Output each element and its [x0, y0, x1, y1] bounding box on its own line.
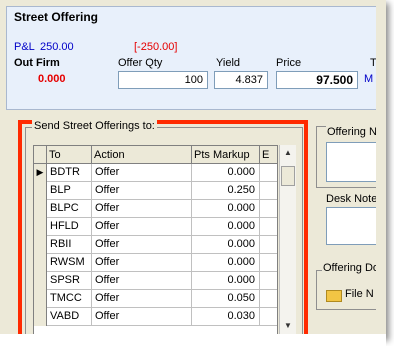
cell-pts-markup[interactable]: 0.050 — [192, 290, 260, 308]
cell-pts-markup[interactable]: 0.250 — [192, 182, 260, 200]
cell-e[interactable] — [260, 200, 277, 218]
cell-to[interactable]: BDTR — [47, 164, 92, 182]
cell-pts-markup[interactable]: 0.000 — [192, 218, 260, 236]
cell-pts-markup[interactable]: 0.000 — [192, 236, 260, 254]
cell-pts-markup[interactable]: 0.000 — [192, 272, 260, 290]
scroll-up-icon[interactable]: ▲ — [280, 145, 296, 161]
row-selector[interactable] — [34, 254, 47, 272]
price-label: Price — [276, 57, 302, 69]
partial-m-label: M — [364, 73, 374, 85]
file-name-label: File N — [345, 288, 374, 300]
offering-docs-label: Offering Do — [322, 262, 381, 274]
table-row[interactable]: RBII Offer 0.000 — [34, 236, 277, 254]
out-firm-label: Out Firm — [14, 57, 60, 69]
yield-input[interactable]: 4.837 — [214, 71, 268, 89]
price-input[interactable]: 97.500 — [276, 71, 358, 89]
send-offerings-grid: To Action Pts Markup E ▶ BDTR Offer 0.000 BL… — [33, 145, 278, 345]
cell-to[interactable]: BLPC — [47, 200, 92, 218]
table-row[interactable]: TMCC Offer 0.050 — [34, 290, 277, 308]
table-row[interactable]: BLP Offer 0.250 — [34, 182, 277, 200]
cell-pts-markup[interactable]: 0.030 — [192, 308, 260, 326]
table-row[interactable]: VABD Offer 0.030 — [34, 308, 277, 326]
column-header-e[interactable]: E — [260, 146, 277, 164]
cell-to[interactable]: RBII — [47, 236, 92, 254]
table-row[interactable]: ▶ BDTR Offer 0.000 — [34, 164, 277, 182]
grid-corner — [34, 146, 47, 164]
cell-e[interactable] — [260, 164, 277, 182]
cell-action[interactable]: Offer — [92, 164, 192, 182]
cell-pts-markup[interactable]: 0.000 — [192, 254, 260, 272]
cell-e[interactable] — [260, 254, 277, 272]
cell-action[interactable]: Offer — [92, 308, 192, 326]
row-selector[interactable] — [34, 182, 47, 200]
column-header-to[interactable]: To — [47, 146, 92, 164]
table-row[interactable]: BLPC Offer 0.000 — [34, 200, 277, 218]
cell-e[interactable] — [260, 236, 277, 254]
row-selector[interactable] — [34, 290, 47, 308]
pl-negative-value: [-250.00] — [134, 41, 178, 53]
torn-edge-bottom — [0, 334, 386, 346]
cell-e[interactable] — [260, 272, 277, 290]
desk-notes-textbox[interactable] — [326, 207, 378, 245]
folder-icon[interactable] — [326, 290, 342, 302]
cell-to[interactable]: VABD — [47, 308, 92, 326]
row-selector[interactable] — [34, 218, 47, 236]
cell-action[interactable]: Offer — [92, 182, 192, 200]
panel-title: Street Offering — [14, 10, 99, 24]
offering-notes-textbox[interactable] — [326, 142, 378, 182]
row-selector[interactable] — [34, 200, 47, 218]
cell-action[interactable]: Offer — [92, 272, 192, 290]
cell-e[interactable] — [260, 308, 277, 326]
torn-edge-right — [376, 0, 386, 338]
cell-to[interactable]: SPSR — [47, 272, 92, 290]
cell-to[interactable]: TMCC — [47, 290, 92, 308]
cell-action[interactable]: Offer — [92, 236, 192, 254]
cell-action[interactable]: Offer — [92, 218, 192, 236]
yield-label: Yield — [216, 57, 241, 69]
pl-value: 250.00 — [40, 41, 74, 53]
current-row-arrow-icon[interactable]: ▶ — [34, 164, 47, 182]
offer-qty-input[interactable]: 100 — [118, 71, 208, 89]
desk-notes-label: Desk Note — [326, 193, 378, 205]
cell-pts-markup[interactable]: 0.000 — [192, 200, 260, 218]
cell-e[interactable] — [260, 290, 277, 308]
offer-qty-label: Offer Qty — [118, 57, 163, 69]
cell-pts-markup[interactable]: 0.000 — [192, 164, 260, 182]
table-row[interactable]: SPSR Offer 0.000 — [34, 272, 277, 290]
cell-action[interactable]: Offer — [92, 290, 192, 308]
cell-e[interactable] — [260, 182, 277, 200]
send-offerings-label: Send Street Offerings to: — [32, 120, 157, 132]
column-header-action[interactable]: Action — [92, 146, 192, 164]
cell-action[interactable]: Offer — [92, 200, 192, 218]
scroll-down-icon[interactable]: ▼ — [280, 318, 296, 334]
cell-to[interactable]: HFLD — [47, 218, 92, 236]
row-selector[interactable] — [34, 272, 47, 290]
table-row[interactable]: HFLD Offer 0.000 — [34, 218, 277, 236]
table-row[interactable]: RWSM Offer 0.000 — [34, 254, 277, 272]
cell-to[interactable]: BLP — [47, 182, 92, 200]
cell-to[interactable]: RWSM — [47, 254, 92, 272]
cell-e[interactable] — [260, 218, 277, 236]
row-selector[interactable] — [34, 236, 47, 254]
column-header-pts-markup[interactable]: Pts Markup — [192, 146, 260, 164]
scroll-thumb[interactable] — [281, 166, 295, 186]
row-selector[interactable] — [34, 308, 47, 326]
pl-label: P&L — [14, 41, 35, 53]
out-firm-value: 0.000 — [38, 73, 66, 85]
cell-action[interactable]: Offer — [92, 254, 192, 272]
